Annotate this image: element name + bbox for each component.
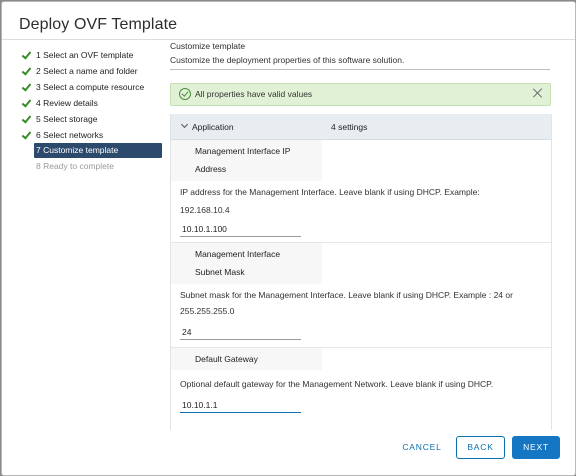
field-label: Management Interface IP <box>195 146 291 156</box>
cancel-button[interactable]: CANCEL <box>394 436 450 459</box>
next-button[interactable]: NEXT <box>512 436 560 459</box>
check-circle-icon <box>179 88 191 100</box>
field-label: Address <box>195 164 227 174</box>
field-description: 192.168.10.4 <box>180 205 230 215</box>
group-header-application[interactable]: Application 4 settings <box>171 114 551 140</box>
divider <box>170 69 550 70</box>
group-name: Application <box>192 122 234 132</box>
deploy-ovf-dialog: Deploy OVF Template 1 Select an OVF temp… <box>1 1 576 476</box>
step-select-ovf[interactable]: 1 Select an OVF template <box>22 47 162 63</box>
field-description: Optional default gateway for the Managem… <box>180 379 494 389</box>
field-subnet-mask: Management Interface Subnet Mask Subnet … <box>171 243 551 348</box>
check-icon <box>22 111 32 127</box>
check-icon <box>22 127 32 143</box>
dialog-title: Deploy OVF Template <box>19 16 178 33</box>
field-default-gateway: Default Gateway Optional default gateway… <box>171 348 551 428</box>
step-review-details[interactable]: 4 Review details <box>22 95 162 111</box>
field-label: Subnet Mask <box>195 267 245 277</box>
back-button[interactable]: BACK <box>456 436 505 459</box>
step-ready-to-complete: 8 Ready to complete <box>36 161 114 171</box>
field-label: Management Interface <box>195 249 281 259</box>
field-label: Default Gateway <box>195 354 258 364</box>
step-name-folder[interactable]: 2 Select a name and folder <box>22 63 162 79</box>
divider <box>2 39 575 40</box>
check-icon <box>22 79 32 95</box>
check-icon <box>22 95 32 111</box>
step-customize-template[interactable]: 7 Customize template <box>34 143 162 158</box>
field-description: IP address for the Management Interface.… <box>180 187 480 197</box>
alert-text: All properties have valid values <box>195 89 313 99</box>
check-icon <box>22 47 32 63</box>
subnet-mask-input[interactable] <box>180 325 301 340</box>
mgmt-ip-input[interactable] <box>180 222 301 237</box>
validation-alert: All properties have valid values <box>170 83 551 106</box>
step-compute-resource[interactable]: 3 Select a compute resource <box>22 79 162 95</box>
close-icon[interactable] <box>532 87 544 99</box>
default-gateway-input[interactable] <box>180 398 301 413</box>
step-select-networks[interactable]: 6 Select networks <box>22 127 162 143</box>
panel-title: Customize template <box>170 41 246 51</box>
panel-subtitle: Customize the deployment properties of t… <box>170 55 405 65</box>
field-description: 255.255.255.0 <box>180 306 235 316</box>
chevron-down-icon[interactable] <box>180 120 189 129</box>
properties-grid: Application 4 settings Management Interf… <box>170 114 552 430</box>
group-count: 4 settings <box>331 122 368 132</box>
field-mgmt-ip: Management Interface IP Address IP addre… <box>171 140 551 243</box>
step-select-storage[interactable]: 5 Select storage <box>22 111 162 127</box>
wizard-steps: 1 Select an OVF template 2 Select a name… <box>22 47 162 174</box>
check-icon <box>22 63 32 79</box>
